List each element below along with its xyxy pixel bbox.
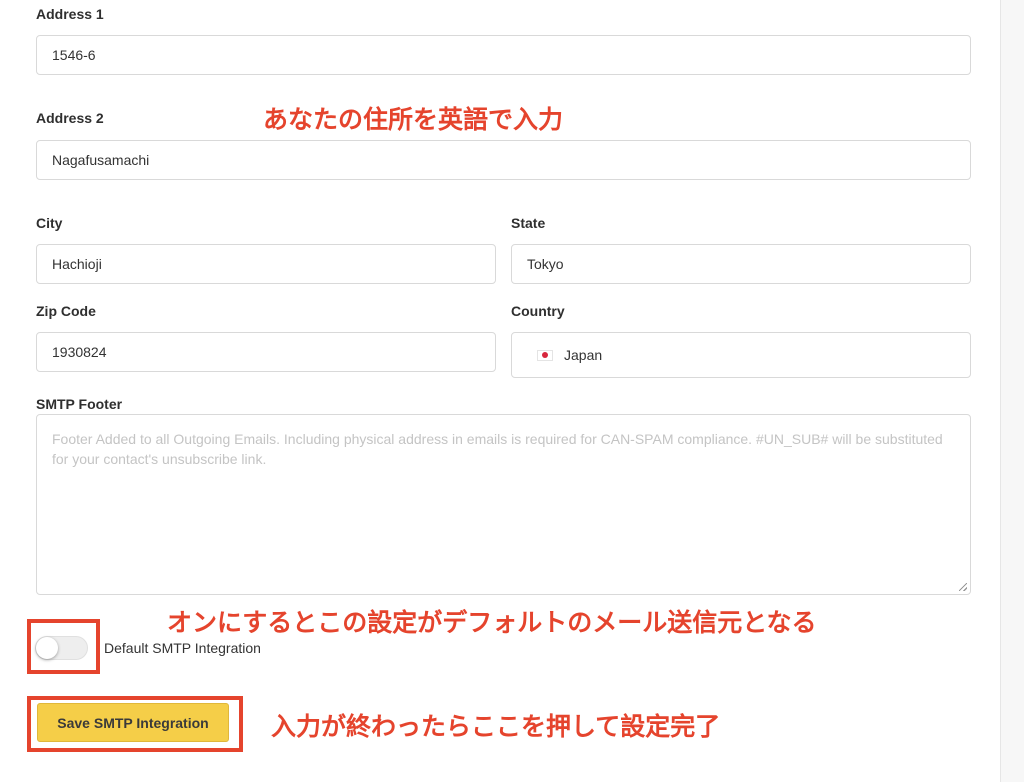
state-label: State: [511, 215, 546, 231]
address1-label: Address 1: [36, 6, 104, 22]
default-smtp-label: Default SMTP Integration: [104, 640, 261, 656]
zip-input[interactable]: 1930824: [36, 332, 496, 372]
toggle-annotation: オンにするとこの設定がデフォルトのメール送信元となる: [167, 608, 817, 637]
address2-value: Nagafusamachi: [52, 152, 150, 168]
city-input[interactable]: Hachioji: [36, 244, 496, 284]
resize-grip-icon[interactable]: [959, 583, 967, 591]
zip-label: Zip Code: [36, 303, 96, 319]
toggle-knob: [36, 637, 58, 659]
smtp-footer-placeholder: Footer Added to all Outgoing Emails. Inc…: [52, 431, 943, 467]
country-select[interactable]: Japan: [511, 332, 971, 378]
city-label: City: [36, 215, 63, 231]
address2-input[interactable]: Nagafusamachi: [36, 140, 971, 180]
save-annotation: 入力が終わったらここを押して設定完了: [271, 712, 721, 741]
address2-label: Address 2: [36, 110, 104, 126]
save-smtp-button[interactable]: Save SMTP Integration: [37, 703, 229, 742]
state-value: Tokyo: [527, 256, 564, 272]
address-annotation: あなたの住所を英語で入力: [263, 105, 564, 134]
country-label: Country: [511, 303, 565, 319]
address1-input[interactable]: 1546-6: [36, 35, 971, 75]
page-edge-border: [1000, 0, 1024, 782]
smtp-footer-label: SMTP Footer: [36, 396, 123, 412]
state-input[interactable]: Tokyo: [511, 244, 971, 284]
smtp-footer-textarea[interactable]: Footer Added to all Outgoing Emails. Inc…: [36, 414, 971, 595]
japan-flag-icon: [537, 349, 553, 361]
address1-value: 1546-6: [52, 47, 96, 63]
default-smtp-toggle[interactable]: [35, 636, 88, 660]
city-value: Hachioji: [52, 256, 102, 272]
country-value: Japan: [564, 347, 603, 363]
zip-value: 1930824: [52, 344, 107, 360]
